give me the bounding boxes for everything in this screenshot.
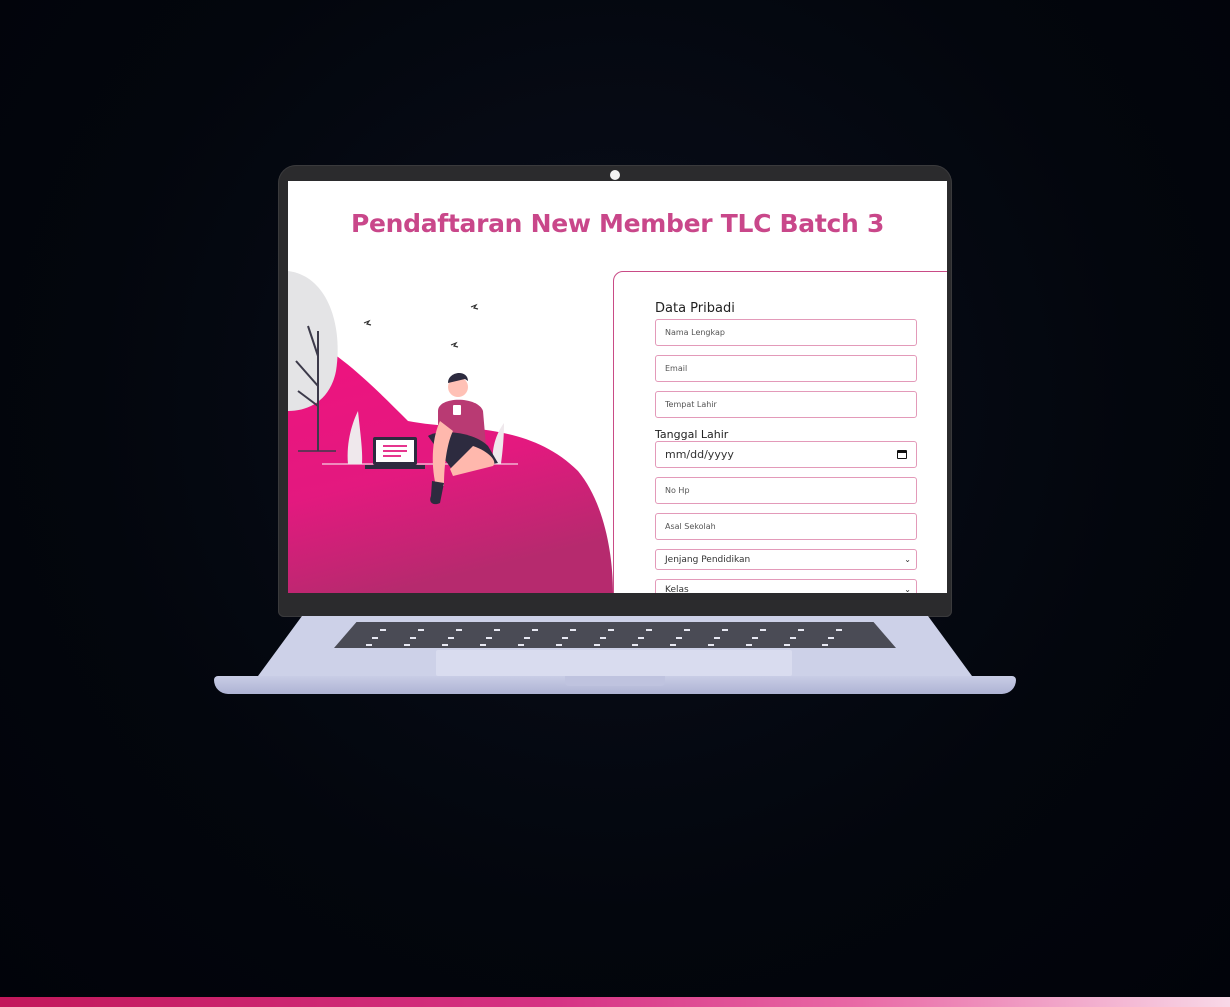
date-placeholder: mm/dd/yyyy bbox=[665, 448, 734, 461]
accent-bar bbox=[0, 997, 1230, 1007]
chevron-down-icon: ⌄ bbox=[904, 555, 911, 564]
keyboard-keys-row bbox=[372, 637, 842, 639]
chevron-down-icon: ⌄ bbox=[904, 585, 911, 593]
laptop-screen: Pendaftaran New Member TLC Batch 3 Data … bbox=[288, 181, 947, 593]
no-hp-input[interactable]: No Hp bbox=[655, 477, 917, 504]
lid-notch bbox=[565, 676, 665, 686]
nama-lengkap-input[interactable]: Nama Lengkap bbox=[655, 319, 917, 346]
trackpad bbox=[436, 650, 792, 676]
jenjang-pendidikan-value: Jenjang Pendidikan bbox=[665, 555, 751, 565]
tanggal-lahir-input[interactable]: mm/dd/yyyy bbox=[655, 441, 917, 468]
kelas-select[interactable]: Kelas ⌄ bbox=[655, 579, 917, 593]
page-title: Pendaftaran New Member TLC Batch 3 bbox=[350, 209, 885, 238]
section-title-data-pribadi: Data Pribadi bbox=[655, 301, 735, 316]
keyboard-keys-row bbox=[366, 644, 836, 646]
asal-sekolah-input[interactable]: Asal Sekolah bbox=[655, 513, 917, 540]
tanggal-lahir-label: Tanggal Lahir bbox=[655, 428, 729, 441]
email-input[interactable]: Email bbox=[655, 355, 917, 382]
calendar-icon[interactable] bbox=[897, 450, 907, 459]
camera-icon bbox=[610, 170, 620, 180]
kelas-value: Kelas bbox=[665, 585, 689, 593]
keyboard-keys-row bbox=[380, 629, 850, 631]
tempat-lahir-input[interactable]: Tempat Lahir bbox=[655, 391, 917, 418]
jenjang-pendidikan-select[interactable]: Jenjang Pendidikan ⌄ bbox=[655, 549, 917, 570]
hero-illustration bbox=[288, 271, 613, 593]
